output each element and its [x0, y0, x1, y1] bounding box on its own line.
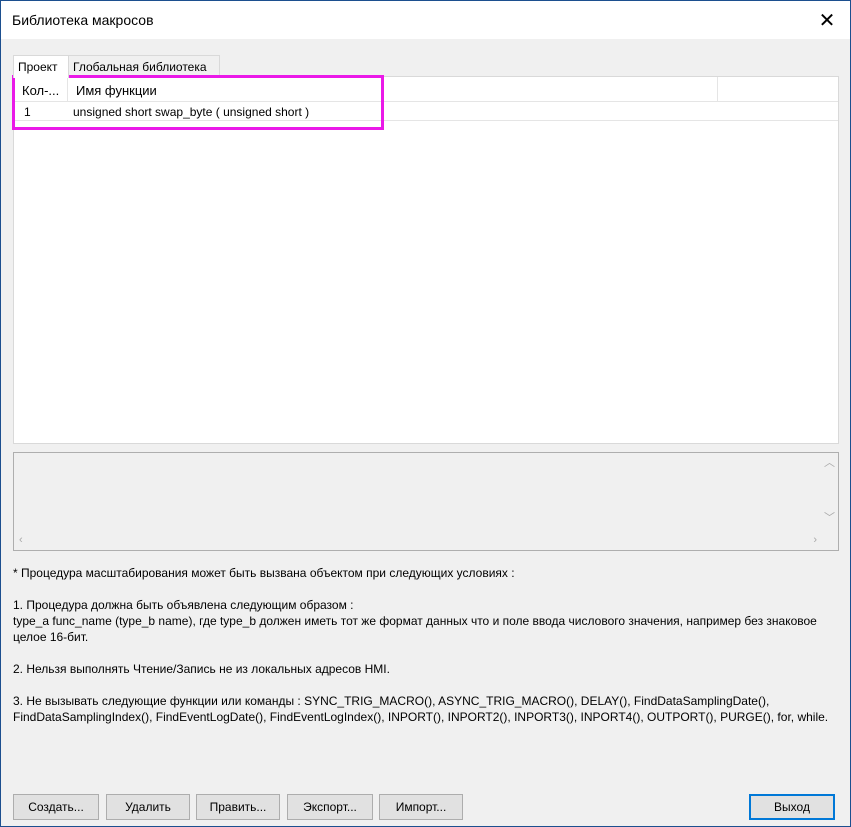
title-bar: Библиотека макросов ✕ [1, 1, 850, 39]
table-header: Кол-... Имя функции [14, 77, 838, 102]
conditions-intro: * Процедура масштабирования может быть в… [13, 566, 515, 580]
create-button[interactable]: Создать... [13, 794, 99, 820]
chevron-down-icon[interactable]: ﹀ [824, 513, 835, 524]
row-function-name: unsigned short swap_byte ( unsigned shor… [73, 105, 310, 119]
edit-button[interactable]: Править... [196, 794, 280, 820]
tab-project[interactable]: Проект [13, 55, 69, 78]
conditions-text: * Процедура масштабирования может быть в… [13, 565, 839, 725]
close-icon[interactable]: ✕ [804, 1, 850, 39]
export-button[interactable]: Экспорт... [287, 794, 373, 820]
tab-global-library[interactable]: Глобальная библиотека [68, 55, 220, 77]
import-button[interactable]: Импорт... [379, 794, 463, 820]
macro-library-window: Библиотека макросов ✕ Проект Глобальная … [0, 0, 851, 827]
chevron-right-icon[interactable]: › [813, 535, 817, 546]
window-title: Библиотека макросов [12, 12, 154, 28]
rule-2: 2. Нельзя выполнять Чтение/Запись не из … [13, 662, 390, 676]
chevron-up-icon[interactable]: ︿ [824, 458, 835, 469]
row-count: 1 [24, 105, 31, 119]
vertical-scrollbar[interactable]: ︿ ﹀ [821, 453, 838, 533]
rule-1-title: 1. Процедура должна быть объявлена следу… [13, 598, 354, 612]
macro-preview-area[interactable]: ︿ ﹀ ‹ › [13, 452, 839, 551]
macro-list[interactable]: Кол-... Имя функции 1 unsigned short swa… [13, 76, 839, 444]
delete-button[interactable]: Удалить [106, 794, 190, 820]
horizontal-scrollbar[interactable]: ‹ › [14, 533, 822, 550]
exit-button[interactable]: Выход [749, 794, 835, 820]
column-header-function-name[interactable]: Имя функции [68, 77, 718, 102]
table-row[interactable]: 1 unsigned short swap_byte ( unsigned sh… [14, 103, 838, 121]
rule-3: 3. Не вызывать следующие функции или ком… [13, 694, 829, 724]
chevron-left-icon[interactable]: ‹ [19, 535, 23, 546]
rule-1-body: type_a func_name (type_b name), где type… [13, 614, 821, 644]
scrollbar-corner [821, 533, 838, 550]
column-header-count[interactable]: Кол-... [14, 77, 68, 102]
